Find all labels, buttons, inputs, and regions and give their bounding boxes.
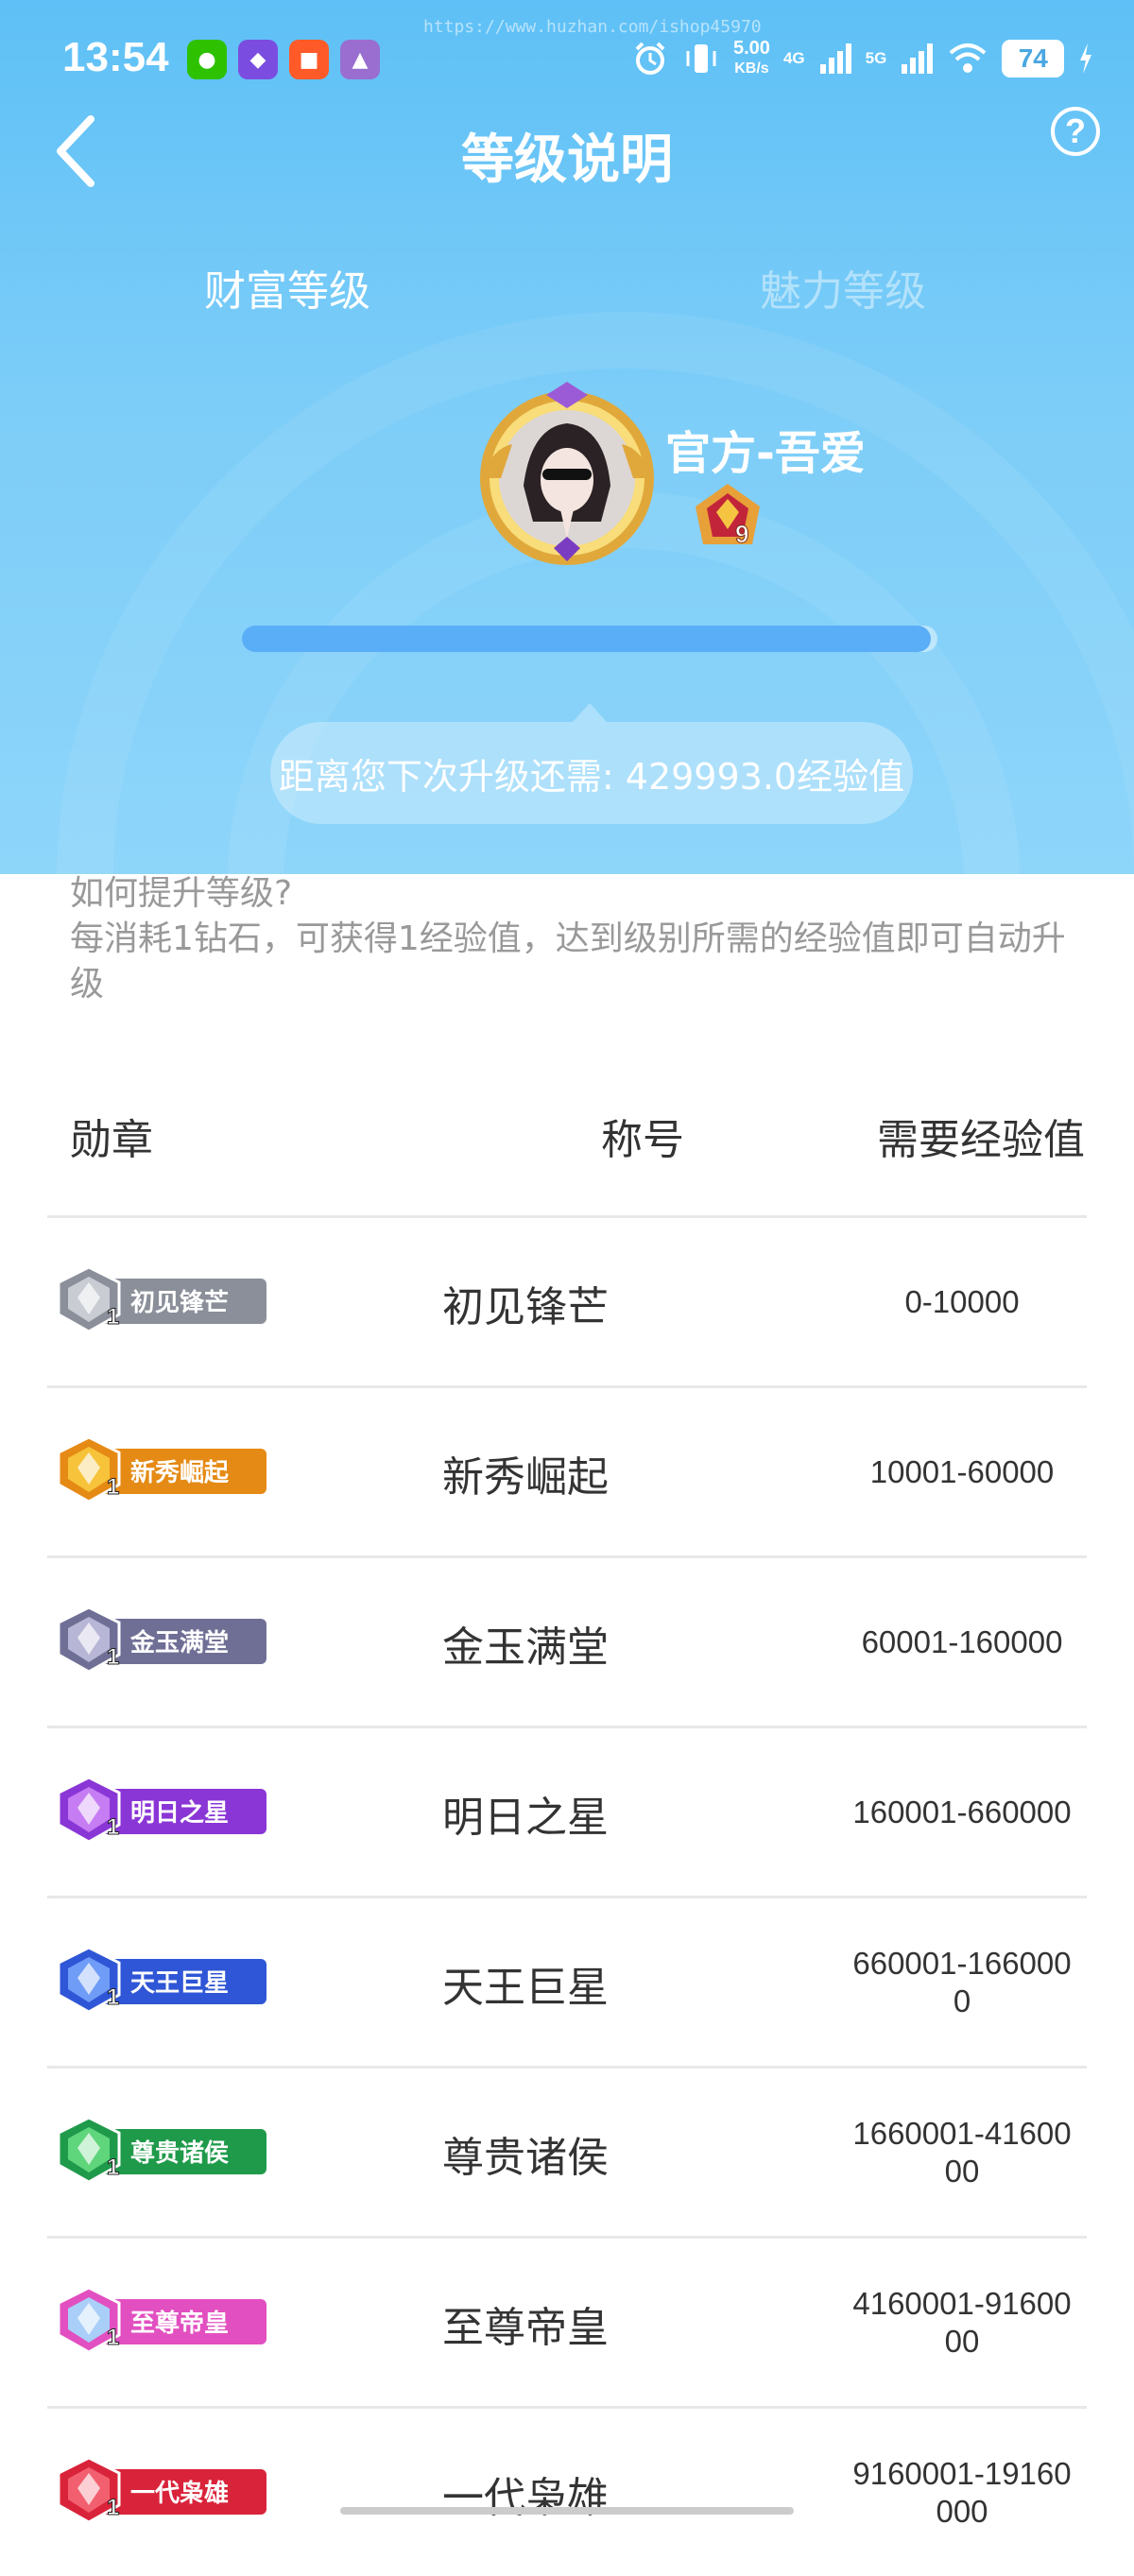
level-table: 1 初见锋芒 初见锋芒 0-10000 1 新秀崛起 新秀崛起 10001-60000 1 金玉满… (47, 1215, 1087, 2576)
wifi-icon (949, 43, 987, 73)
avatar (480, 382, 654, 565)
help-button[interactable]: ? (1051, 107, 1100, 156)
level-medal-badge: 1 初见锋芒 (57, 1265, 266, 1333)
level-medal-badge: 1 新秀崛起 (57, 1435, 266, 1503)
table-row: 1 尊贵诸侯 尊贵诸侯 1660001-4160000 (47, 2066, 1087, 2236)
vibrate-icon (686, 44, 716, 73)
level-progress-fill (242, 626, 931, 652)
wechat-icon: ● (187, 40, 227, 79)
svg-text:1: 1 (107, 1474, 119, 1500)
table-row: 1 至尊帝皇 至尊帝皇 4160001-9160000 (47, 2236, 1087, 2406)
level-title: 至尊帝皇 (442, 2304, 609, 2352)
svg-text:1: 1 (107, 2325, 119, 2350)
notification-icons: ● ◆ ■ ▲ (187, 40, 380, 79)
level-title: 初见锋芒 (442, 1283, 609, 1331)
table-header: 勋章 称号 需要经验值 (0, 1106, 1134, 1172)
network-speed: 5.00 KB/s (733, 38, 770, 77)
header-title: 称号 (601, 1116, 684, 1164)
battery-indicator: 74 (1002, 40, 1065, 77)
table-row: 1 一代枭雄 一代枭雄 9160001-19160000 (47, 2406, 1087, 2576)
svg-text:新秀崛起: 新秀崛起 (130, 1458, 230, 1487)
signal-bars-icon (902, 43, 934, 74)
level-title: 天王巨星 (442, 1964, 609, 2012)
game-app-icon: ◆ (238, 40, 278, 79)
wealth-level-badge: 9 (696, 484, 760, 549)
level-title: 金玉满堂 (442, 1623, 609, 1672)
level-title: 尊贵诸侯 (442, 2134, 609, 2182)
svg-text:天王巨星: 天王巨星 (130, 1969, 229, 1998)
home-indicator[interactable] (340, 2507, 794, 2515)
svg-text:1: 1 (107, 1304, 119, 1330)
tab-wealth-level[interactable]: 财富等级 (204, 257, 370, 318)
table-row: 1 初见锋芒 初见锋芒 0-10000 (47, 1215, 1087, 1385)
signal-4g-label: 4G (782, 49, 805, 67)
level-medal-badge: 1 明日之星 (57, 1776, 266, 1844)
exp-range: 9160001-19160000 (852, 2455, 1072, 2529)
svg-text:明日之星: 明日之星 (130, 1798, 229, 1828)
howto-question: 如何提升等级? (70, 874, 293, 913)
svg-text:尊贵诸侯: 尊贵诸侯 (130, 2138, 229, 2168)
tab-charm-level[interactable]: 魅力等级 (760, 257, 926, 318)
exp-range: 60001-160000 (861, 1623, 1063, 1659)
page-title: 等级说明 (461, 129, 673, 191)
tooltip-arrow (573, 703, 607, 722)
misc-app-icon: ▲ (340, 40, 380, 79)
table-row: 1 金玉满堂 金玉满堂 60001-160000 (47, 1555, 1087, 1726)
svg-text:1: 1 (107, 1814, 119, 1840)
svg-text:初见锋芒: 初见锋芒 (130, 1289, 229, 1317)
table-row: 1 天王巨星 天王巨星 660001-1660000 (47, 1896, 1087, 2066)
svg-text:1: 1 (107, 2495, 119, 2520)
level-medal-badge: 1 尊贵诸侯 (57, 2116, 266, 2184)
status-bar: 13:54 ● ◆ ■ ▲ https://www.huzhan.com/ish… (0, 0, 1134, 113)
howto-answer: 每消耗1钻石，可获得1经验值，达到级别所需的经验值即可自动升级 (70, 919, 1066, 1004)
signal-bars-icon (819, 43, 851, 74)
status-time: 13:54 (62, 34, 169, 80)
level-progress-bar (242, 626, 937, 652)
table-row: 1 新秀崛起 新秀崛起 10001-60000 (47, 1385, 1087, 1555)
level-title: 一代枭雄 (442, 2474, 609, 2522)
svg-text:至尊帝皇: 至尊帝皇 (130, 2309, 229, 2338)
svg-text:金玉满堂: 金玉满堂 (129, 1628, 229, 1657)
shop-app-icon: ■ (289, 40, 329, 79)
username: 官方-吾爱 (665, 427, 866, 480)
header-hero: 13:54 ● ◆ ■ ▲ https://www.huzhan.com/ish… (0, 0, 1134, 874)
header-badge: 勋章 (70, 1116, 153, 1164)
svg-text:1: 1 (107, 2155, 119, 2180)
svg-text:1: 1 (107, 1644, 119, 1670)
table-row: 1 明日之星 明日之星 160001-660000 (47, 1726, 1087, 1896)
charging-icon (1080, 43, 1092, 74)
level-title: 明日之星 (442, 1794, 609, 1842)
level-medal-badge: 1 天王巨星 (57, 1946, 266, 2014)
exp-range: 1660001-4160000 (852, 2115, 1072, 2189)
signal-5g-label: 5G (865, 49, 887, 67)
svg-text:1: 1 (107, 1984, 119, 2010)
exp-range: 10001-60000 (869, 1453, 1055, 1489)
alarm-icon (635, 42, 665, 75)
exp-range: 4160001-9160000 (852, 2285, 1072, 2359)
exp-range: 0-10000 (904, 1283, 1020, 1319)
svg-text:9: 9 (735, 520, 748, 548)
status-indicators: 5.00 KB/s 4G 5G 74 (631, 32, 1094, 85)
exp-range: 160001-660000 (852, 1794, 1072, 1829)
svg-text:一代枭雄: 一代枭雄 (130, 2479, 229, 2508)
level-title: 新秀崛起 (442, 1453, 609, 1502)
level-medal-badge: 1 一代枭雄 (57, 2456, 266, 2524)
howto-section: 如何提升等级? 每消耗1钻石，可获得1经验值，达到级别所需的经验值即可自动升级 (70, 871, 1072, 1007)
exp-remaining-tooltip: 距离您下次升级还需: 429993.0经验值 (270, 722, 913, 824)
level-medal-badge: 1 至尊帝皇 (57, 2286, 266, 2354)
header-exp: 需要经验值 (877, 1116, 1085, 1164)
exp-range: 660001-1660000 (852, 1945, 1072, 2018)
level-medal-badge: 1 金玉满堂 (57, 1606, 266, 1674)
